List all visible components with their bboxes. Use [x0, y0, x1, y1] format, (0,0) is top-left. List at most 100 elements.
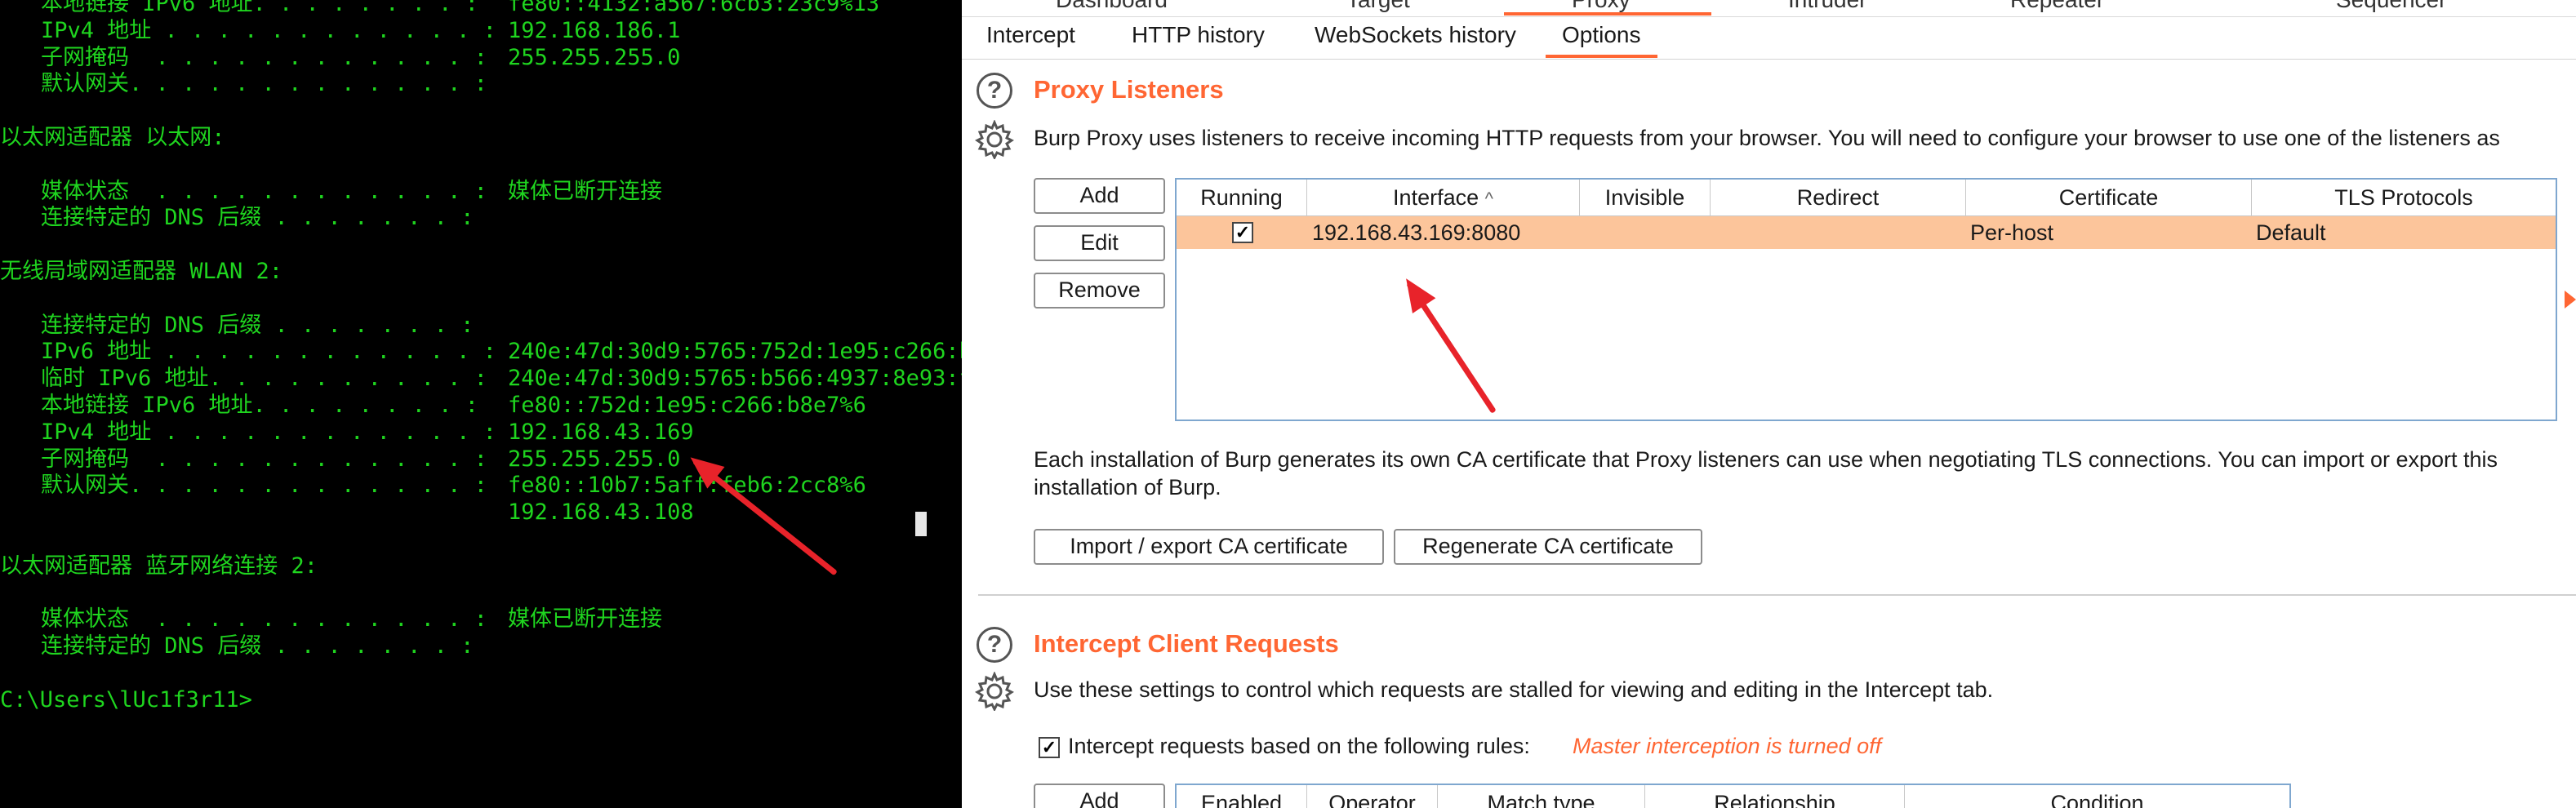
- terminal-field-label: IPv4 地址 . . . . . . . . . . . . :: [41, 17, 510, 43]
- terminal-field-value: 255.255.255.0: [508, 446, 681, 472]
- adapter-header: 无线局域网适配器 WLAN 2:: [0, 259, 962, 286]
- col-condition[interactable]: Condition: [1905, 785, 2289, 808]
- terminal-field-value: 媒体已断开连接: [508, 178, 662, 204]
- tab-intercept[interactable]: Intercept: [970, 16, 1092, 57]
- terminal-line: IPv6 地址 . . . . . . . . . . . . : 240e:4…: [0, 339, 962, 366]
- terminal-field-value: fe80::752d:1e95:c266:b8e7%6: [508, 392, 866, 418]
- ca-certificate-description-cont: installation of Burp.: [1034, 475, 1221, 499]
- tab-http-history[interactable]: HTTP history: [1115, 16, 1281, 57]
- section-divider: [978, 594, 2576, 596]
- table-row[interactable]: ✓ 192.168.43.169:8080 Per-host Default: [1177, 216, 2556, 249]
- col-certificate[interactable]: Certificate: [1966, 180, 2252, 215]
- terminal-field-label: IPv6 地址 . . . . . . . . . . . . :: [41, 339, 510, 365]
- burp-suite-panel: Dashboard Target Proxy Intruder Repeater…: [962, 0, 2576, 808]
- text-cursor: [915, 512, 927, 536]
- col-relationship[interactable]: Relationship: [1645, 785, 1905, 808]
- terminal-field-value: 192.168.43.108: [508, 499, 694, 526]
- terminal-field-value: fe80::10b7:5aff:feb6:2cc8%6: [508, 473, 866, 499]
- adapter-header: 以太网适配器 以太网:: [0, 125, 962, 152]
- regenerate-ca-button[interactable]: Regenerate CA certificate: [1394, 529, 1702, 565]
- terminal-line: 临时 IPv6 地址. . . . . . . . . . : 240e:47d…: [0, 366, 962, 393]
- gear-icon[interactable]: [975, 672, 1014, 711]
- terminal-window[interactable]: 本地链接 IPv6 地址. . . . . . . . : fe80::4132…: [0, 0, 962, 808]
- terminal-field-label: 子网掩码 . . . . . . . . . . . . :: [41, 44, 501, 70]
- add-rule-button[interactable]: Add: [1034, 784, 1165, 808]
- tab-proxy[interactable]: Proxy: [1572, 0, 1631, 13]
- command-prompt: C:\Users\lUc1f3r11>: [0, 687, 962, 714]
- tab-options[interactable]: Options: [1546, 16, 1657, 58]
- col-invisible[interactable]: Invisible: [1580, 180, 1711, 215]
- running-checkbox[interactable]: ✓: [1232, 222, 1253, 243]
- tab-repeater[interactable]: Repeater: [2010, 0, 2104, 13]
- terminal-field-value: 192.168.43.169: [508, 419, 694, 445]
- terminal-field-value: 192.168.186.1: [508, 17, 681, 43]
- terminal-line: IPv4 地址 . . . . . . . . . . . . : 192.16…: [0, 18, 962, 45]
- col-enabled[interactable]: Enabled: [1177, 785, 1307, 808]
- terminal-field-value: 240e:47d:30d9:5765:b566:4937:8e93:f: [508, 366, 962, 392]
- sort-ascending-icon: ^: [1484, 189, 1493, 209]
- tab-websockets-history[interactable]: WebSockets history: [1298, 16, 1533, 57]
- terminal-field-label: 本地链接 IPv6 地址. . . . . . . . :: [41, 392, 492, 418]
- gear-icon[interactable]: [975, 120, 1014, 159]
- listeners-table[interactable]: Running Interface ^ Invisible Redirect C…: [1175, 178, 2557, 421]
- terminal-field-value: fe80::4132:a567:6cb3:23c9%13: [508, 0, 880, 16]
- col-interface-label: Interface: [1393, 185, 1479, 210]
- terminal-line: 192.168.43.108: [0, 499, 962, 526]
- terminal-field-value: 媒体已断开连接: [508, 606, 662, 633]
- master-interception-status: Master interception is turned off: [1573, 734, 1882, 758]
- add-listener-button[interactable]: Add: [1034, 178, 1165, 214]
- terminal-field-label: 子网掩码 . . . . . . . . . . . . :: [41, 446, 501, 472]
- terminal-line: 连接特定的 DNS 后缀 . . . . . . . :: [0, 205, 962, 232]
- help-icon[interactable]: ?: [977, 627, 1012, 663]
- terminal-output: 本地链接 IPv6 地址. . . . . . . . : fe80::4132…: [0, 0, 962, 714]
- terminal-line: IPv4 地址 . . . . . . . . . . . . : 192.16…: [0, 420, 962, 446]
- terminal-line: 连接特定的 DNS 后缀 . . . . . . . :: [0, 313, 962, 340]
- tab-target[interactable]: Target: [1346, 0, 1410, 13]
- terminal-line: 连接特定的 DNS 后缀 . . . . . . . :: [0, 633, 962, 660]
- terminal-line: 默认网关. . . . . . . . . . . . . : fe80::10…: [0, 473, 962, 499]
- help-icon[interactable]: ?: [977, 73, 1012, 109]
- import-export-ca-button[interactable]: Import / export CA certificate: [1034, 529, 1384, 565]
- intercept-rules-label: Intercept requests based on the followin…: [1068, 734, 1530, 758]
- intercept-rules-table[interactable]: Enabled Operator Match type Relationship…: [1175, 784, 2291, 808]
- tab-dashboard[interactable]: Dashboard: [1056, 0, 1168, 13]
- proxy-subtab-bar: Intercept HTTP history WebSockets histor…: [962, 16, 2576, 60]
- terminal-field-label: 默认网关. . . . . . . . . . . . . :: [41, 71, 501, 97]
- intercept-client-description: Use these settings to control which requ…: [1034, 677, 1994, 702]
- col-running[interactable]: Running: [1177, 180, 1307, 215]
- terminal-field-label: 连接特定的 DNS 后缀 . . . . . . . :: [41, 205, 487, 231]
- terminal-line: 媒体状态 . . . . . . . . . . . . : 媒体已断开连接: [0, 606, 962, 633]
- col-redirect[interactable]: Redirect: [1711, 180, 1966, 215]
- main-tab-bar: Dashboard Target Proxy Intruder Repeater…: [962, 0, 2576, 17]
- terminal-field-label: C:\Users\lUc1f3r11>: [0, 686, 252, 713]
- col-interface[interactable]: Interface ^: [1307, 180, 1580, 215]
- intercept-rules-header: Enabled Operator Match type Relationship…: [1177, 785, 2289, 808]
- tab-sequencer[interactable]: Sequencer: [2336, 0, 2446, 13]
- listeners-table-header: Running Interface ^ Invisible Redirect C…: [1177, 180, 2556, 216]
- terminal-field-label: 媒体状态 . . . . . . . . . . . . :: [41, 606, 501, 633]
- scroll-right-icon[interactable]: [2565, 291, 2576, 309]
- col-operator[interactable]: Operator: [1307, 785, 1438, 808]
- terminal-field-label: 无线局域网适配器 WLAN 2:: [0, 258, 283, 284]
- active-main-tab-indicator: [1504, 12, 1711, 16]
- edit-listener-button[interactable]: Edit: [1034, 225, 1165, 261]
- terminal-line: 默认网关. . . . . . . . . . . . . :: [0, 71, 962, 98]
- remove-listener-button[interactable]: Remove: [1034, 273, 1165, 309]
- tab-intruder[interactable]: Intruder: [1788, 0, 1867, 13]
- col-tls-protocols[interactable]: TLS Protocols: [2252, 180, 2556, 215]
- intercept-client-title: Intercept Client Requests: [1034, 629, 1339, 658]
- col-match-type[interactable]: Match type: [1438, 785, 1645, 808]
- terminal-line: 子网掩码 . . . . . . . . . . . . : 255.255.2…: [0, 446, 962, 473]
- terminal-field-label: 连接特定的 DNS 后缀 . . . . . . . :: [41, 312, 487, 338]
- terminal-field-value: 240e:47d:30d9:5765:752d:1e95:c266:b: [508, 339, 962, 365]
- intercept-rules-checkbox[interactable]: ✓: [1039, 737, 1060, 758]
- ca-certificate-description: Each installation of Burp generates its …: [1034, 447, 2498, 472]
- terminal-field-label: 本地链接 IPv6 地址. . . . . . . . :: [41, 0, 492, 16]
- terminal-field-value: 255.255.255.0: [508, 44, 681, 70]
